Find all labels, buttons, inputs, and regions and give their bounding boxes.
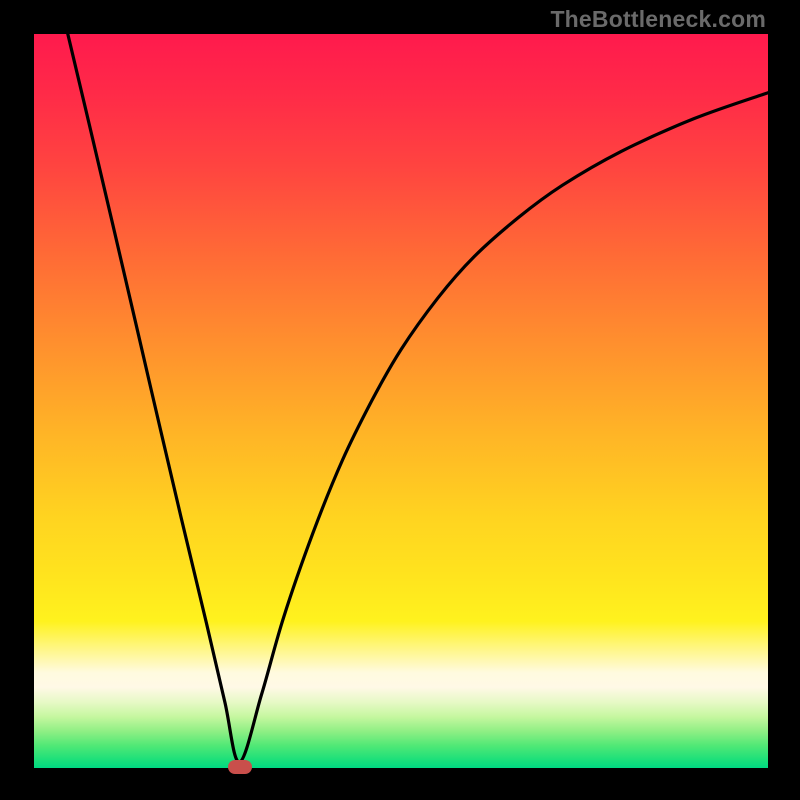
chart-plot-area [34,34,768,768]
attribution-label: TheBottleneck.com [550,6,766,33]
curve-path [68,34,768,762]
bottleneck-curve [34,34,768,768]
chart-frame: TheBottleneck.com [0,0,800,800]
optimum-marker [228,760,252,774]
